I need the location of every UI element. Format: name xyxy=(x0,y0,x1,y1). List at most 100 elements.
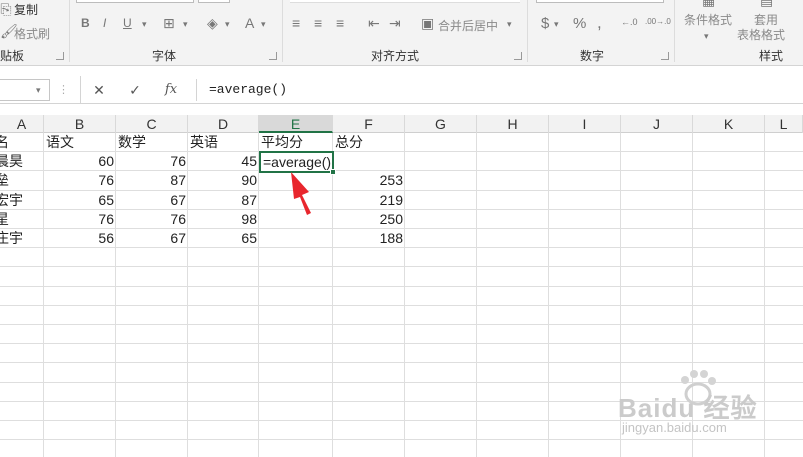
clipboard-launcher-icon[interactable] xyxy=(56,52,64,60)
font-size-dropdown[interactable] xyxy=(198,0,230,3)
cell-c2[interactable]: 76 xyxy=(116,152,188,170)
column-header-d[interactable]: D xyxy=(188,115,259,133)
cell-d5[interactable]: 98 xyxy=(188,210,259,228)
font-name-dropdown[interactable] xyxy=(76,0,194,3)
comma-button[interactable]: , xyxy=(597,13,602,33)
cell-d6[interactable]: 65 xyxy=(188,229,259,247)
column-header-c[interactable]: C xyxy=(116,115,188,133)
column-header-f[interactable]: F xyxy=(333,115,405,133)
cell-f4[interactable]: 219 xyxy=(333,191,405,209)
chevron-down-icon[interactable]: ▾ xyxy=(225,16,230,32)
active-cell-text: =average() xyxy=(263,154,332,170)
align-left-icon[interactable]: ≡ xyxy=(292,15,300,31)
decrease-decimal-button[interactable]: .00→.0 xyxy=(645,17,671,26)
bold-button[interactable]: B xyxy=(81,16,90,30)
percent-button[interactable]: % xyxy=(573,15,586,32)
underline-button[interactable]: U xyxy=(123,16,132,30)
gridline-horizontal xyxy=(0,266,803,267)
name-box[interactable]: ▾ xyxy=(0,79,50,101)
increase-indent-icon[interactable]: ⇥ xyxy=(389,15,401,31)
cell-a6[interactable]: 庄宇 xyxy=(0,229,44,247)
cell-e3[interactable] xyxy=(259,171,333,189)
number-format-dropdown[interactable] xyxy=(536,0,664,3)
cell-c4[interactable]: 67 xyxy=(116,191,188,209)
cell-d1[interactable]: 英语 xyxy=(188,133,259,151)
cell-f2[interactable] xyxy=(333,152,405,170)
cell-c5[interactable]: 76 xyxy=(116,210,188,228)
column-header-a[interactable]: A xyxy=(0,115,44,133)
conditional-format-button[interactable]: 条件格式 xyxy=(684,11,732,28)
column-header-h[interactable]: H xyxy=(477,115,549,133)
cell-a1[interactable]: 名 xyxy=(0,133,44,151)
increase-decimal-button[interactable]: ←.0 xyxy=(621,17,638,27)
number-launcher-icon[interactable] xyxy=(661,52,669,60)
watermark-url: jingyan.baidu.com xyxy=(622,420,727,435)
cell-f3[interactable]: 253 xyxy=(333,171,405,189)
clipboard-group-label: 粘贴板 xyxy=(0,49,25,63)
table-format-button-line2[interactable]: 表格格式 xyxy=(737,26,785,43)
column-header-b[interactable]: B xyxy=(44,115,116,133)
column-header-i[interactable]: I xyxy=(549,115,621,133)
cell-e5[interactable] xyxy=(259,210,333,228)
cell-b5[interactable]: 76 xyxy=(44,210,116,228)
cell-a4[interactable]: 宏宇 xyxy=(0,191,44,209)
cell-b6[interactable]: 56 xyxy=(44,229,116,247)
cell-c3[interactable]: 87 xyxy=(116,171,188,189)
gridline-horizontal xyxy=(0,247,803,248)
confirm-button[interactable]: ✓ xyxy=(124,82,146,99)
cell-f5[interactable]: 250 xyxy=(333,210,405,228)
cell-d4[interactable]: 87 xyxy=(188,191,259,209)
currency-button[interactable]: $ xyxy=(541,15,549,32)
column-header-g[interactable]: G xyxy=(405,115,477,133)
cell-f1[interactable]: 总分 xyxy=(333,133,405,151)
cell-b4[interactable]: 65 xyxy=(44,191,116,209)
format-painter-button[interactable]: 格式刷 xyxy=(14,25,50,42)
cell-c1[interactable]: 数学 xyxy=(116,133,188,151)
chevron-down-icon[interactable]: ▾ xyxy=(261,16,266,32)
cell-e4[interactable] xyxy=(259,191,333,209)
cell-b3[interactable]: 76 xyxy=(44,171,116,189)
fill-color-icon[interactable]: ◈ xyxy=(207,15,218,31)
gridline-horizontal xyxy=(0,305,803,306)
column-header-e[interactable]: E xyxy=(259,115,333,133)
active-cell-e2[interactable]: =average() xyxy=(259,151,336,175)
merge-icon[interactable]: ▣ xyxy=(421,15,434,31)
font-color-button[interactable]: A xyxy=(245,15,254,31)
cell-a3[interactable]: 垒 xyxy=(0,171,44,189)
cell-e1[interactable]: 平均分 xyxy=(259,133,333,151)
column-header-l[interactable]: L xyxy=(765,115,803,133)
chevron-down-icon[interactable]: ▾ xyxy=(183,16,188,32)
chevron-down-icon[interactable]: ▾ xyxy=(142,16,147,32)
merge-center-button[interactable]: 合并后居中 xyxy=(438,17,498,34)
cell-d2[interactable]: 45 xyxy=(188,152,259,170)
decrease-indent-icon[interactable]: ⇤ xyxy=(368,15,380,31)
chevron-down-icon[interactable]: ▾ xyxy=(36,82,41,98)
cell-b2[interactable]: 60 xyxy=(44,152,116,170)
column-header-j[interactable]: J xyxy=(621,115,693,133)
chevron-down-icon[interactable]: ▾ xyxy=(704,28,709,44)
align-right-icon[interactable]: ≡ xyxy=(336,15,344,31)
cancel-button[interactable]: ✕ xyxy=(88,82,110,99)
font-launcher-icon[interactable] xyxy=(269,52,277,60)
chevron-down-icon[interactable]: ▾ xyxy=(554,16,559,32)
cell-f6[interactable]: 188 xyxy=(333,229,405,247)
copy-button[interactable]: 复制 xyxy=(14,1,38,18)
cell-a2[interactable]: 晨昊 xyxy=(0,152,44,170)
cell-e6[interactable] xyxy=(259,229,333,247)
more-options-icon[interactable]: ⋮ xyxy=(58,82,69,98)
formula-input[interactable]: =average() xyxy=(196,79,803,101)
borders-icon[interactable]: ⊞ xyxy=(163,15,175,31)
italic-button[interactable]: I xyxy=(103,16,106,30)
alignment-top-row xyxy=(290,0,520,3)
align-center-icon[interactable]: ≡ xyxy=(314,15,322,31)
cell-d3[interactable]: 90 xyxy=(188,171,259,189)
gridline-horizontal xyxy=(0,324,803,325)
cell-a5[interactable]: 星 xyxy=(0,210,44,228)
chevron-down-icon[interactable]: ▾ xyxy=(507,16,512,32)
alignment-launcher-icon[interactable] xyxy=(514,52,522,60)
cell-b1[interactable]: 语文 xyxy=(44,133,116,151)
insert-function-button[interactable]: fx xyxy=(160,82,182,97)
fill-handle[interactable] xyxy=(330,169,336,175)
cell-c6[interactable]: 67 xyxy=(116,229,188,247)
column-header-k[interactable]: K xyxy=(693,115,765,133)
